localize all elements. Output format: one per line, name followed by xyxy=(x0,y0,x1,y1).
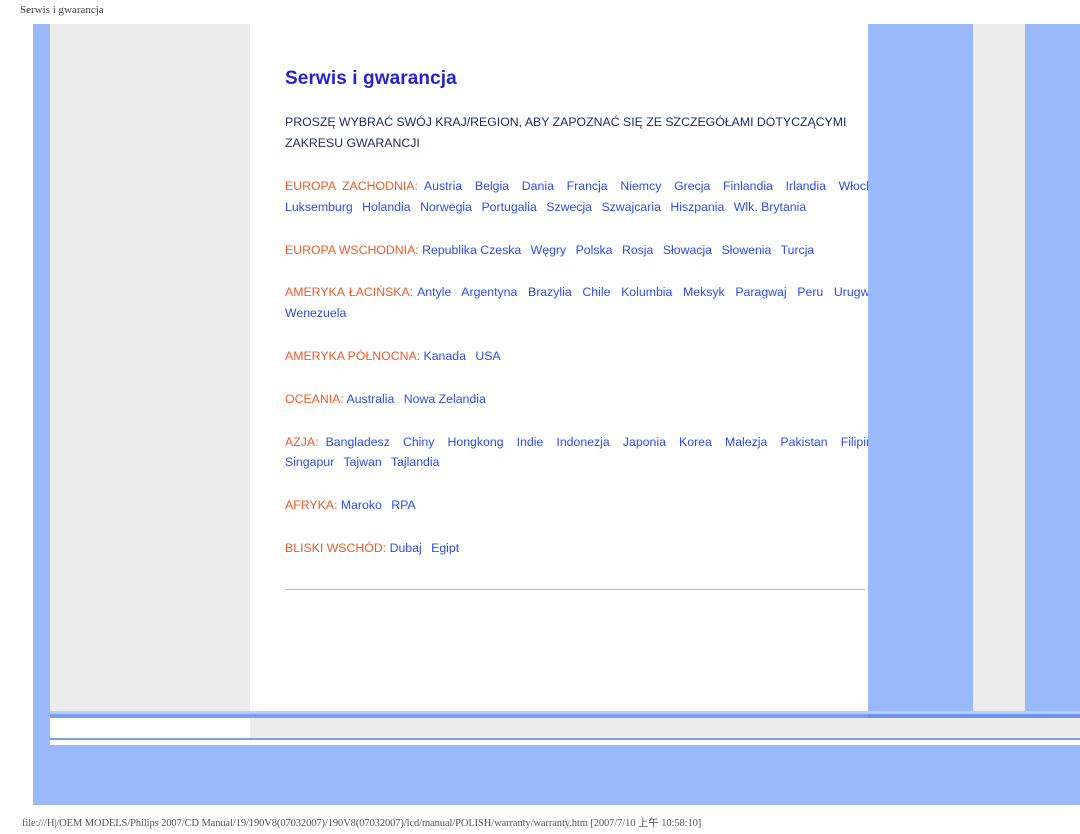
country-link[interactable]: Finlandia xyxy=(723,179,773,193)
region-label: AMERYKA ŁACIŃSKA: xyxy=(285,285,414,300)
country-link[interactable]: Szwajcaria xyxy=(601,200,660,214)
country-link[interactable]: Argentyna xyxy=(461,285,517,299)
footer-band-left-rail xyxy=(33,700,50,745)
footer-band-row xyxy=(33,700,1080,745)
country-link[interactable]: Szwecja xyxy=(546,200,592,214)
country-link[interactable]: Australia xyxy=(347,392,395,406)
country-link[interactable]: Austria xyxy=(424,179,462,193)
main-content-panel: Serwis i gwarancja PROSZĘ WYBRAĆ SWÓJ KR… xyxy=(250,24,879,700)
warranty-document: Serwis i gwarancja PROSZĘ WYBRAĆ SWÓJ KR… xyxy=(285,68,885,590)
country-link[interactable]: Rosja xyxy=(622,243,653,257)
country-link[interactable]: Luksemburg xyxy=(285,200,353,214)
footer-bottom-rule xyxy=(50,738,1080,740)
left-accent-rail xyxy=(33,24,50,805)
region-label: AZJA: xyxy=(285,434,319,449)
country-link[interactable]: Hiszpania xyxy=(670,200,724,214)
country-link[interactable]: Kolumbia xyxy=(621,285,672,299)
region-label: EUROPA ZACHODNIA: xyxy=(285,179,418,193)
country-link[interactable]: Niemcy xyxy=(620,179,661,193)
footer-lower-left xyxy=(50,718,250,738)
region-label: AFRYKA: xyxy=(285,498,338,513)
navigation-sidebar xyxy=(50,24,250,700)
country-link[interactable]: Singapur xyxy=(285,455,334,469)
right-grey-gap xyxy=(973,24,1025,700)
region-group: AMERYKA PÓŁNOCNA: Kanada USA xyxy=(285,346,885,367)
country-link[interactable]: Słowenia xyxy=(721,243,771,257)
country-link[interactable]: Hongkong xyxy=(447,435,503,449)
country-link[interactable]: Antyle xyxy=(417,285,451,299)
footer-band-blue-a xyxy=(868,700,973,711)
right-blue-block-outer xyxy=(868,24,973,700)
country-link[interactable]: Holandia xyxy=(362,200,411,214)
country-link[interactable]: USA xyxy=(475,349,500,363)
country-link[interactable]: Węgry xyxy=(531,243,567,257)
footer-band-content-fill xyxy=(250,700,868,711)
country-link[interactable]: RPA xyxy=(391,498,415,512)
country-link[interactable]: Dania xyxy=(522,179,554,193)
country-link[interactable]: Maroko xyxy=(341,498,382,512)
region-label: BLISKI WSCHÓD: xyxy=(285,540,387,555)
content-divider xyxy=(285,588,865,590)
country-link[interactable]: Portugalia xyxy=(481,200,536,214)
country-link[interactable]: Egipt xyxy=(431,541,459,555)
country-link[interactable]: Wlk. Brytania xyxy=(734,200,806,214)
region-group: AFRYKA: Maroko RPA xyxy=(285,495,885,516)
country-link[interactable]: Polska xyxy=(576,243,613,257)
country-link[interactable]: Chiny xyxy=(403,435,434,449)
footer-band-grey-gap xyxy=(973,700,1025,711)
intro-instruction: PROSZĘ WYBRAĆ SWÓJ KRAJ/REGION, ABY ZAPO… xyxy=(285,115,847,150)
country-link[interactable]: Wenezuela xyxy=(285,306,346,320)
country-link[interactable]: Nowa Zelandia xyxy=(404,392,486,406)
footer-blue-panel xyxy=(33,745,1080,805)
country-link[interactable]: Grecja xyxy=(674,179,710,193)
country-link[interactable]: Tajwan xyxy=(343,455,381,469)
country-link[interactable]: Norwegia xyxy=(420,200,472,214)
region-group: AMERYKA ŁACIŃSKA: Antyle Argentyna Brazy… xyxy=(285,282,885,324)
country-link[interactable]: Pakistan xyxy=(780,435,827,449)
region-label: OCEANIA: xyxy=(285,391,344,406)
country-link[interactable]: Belgia xyxy=(475,179,509,193)
country-link[interactable]: Kanada xyxy=(424,349,466,363)
region-label: EUROPA WSCHODNIA: xyxy=(285,242,419,257)
region-group: BLISKI WSCHÓD: Dubaj Egipt xyxy=(285,538,885,559)
region-group: EUROPA ZACHODNIA: Austria Belgia Dania F… xyxy=(285,176,885,218)
country-link[interactable]: Brazylia xyxy=(528,285,572,299)
country-link[interactable]: Peru xyxy=(797,285,823,299)
country-link[interactable]: Indie xyxy=(517,435,544,449)
country-link[interactable]: Słowacja xyxy=(663,243,712,257)
country-link[interactable]: Meksyk xyxy=(683,285,725,299)
footer-band-blue-b xyxy=(1025,700,1080,711)
footer-lower-middle xyxy=(250,718,868,738)
country-link[interactable]: Republika Czeska xyxy=(422,243,521,257)
region-list: EUROPA ZACHODNIA: Austria Belgia Dania F… xyxy=(285,176,885,559)
country-link[interactable]: Dubaj xyxy=(390,541,422,555)
right-blue-block-edge xyxy=(1025,24,1080,700)
country-link[interactable]: Bangladesz xyxy=(326,435,390,449)
region-group: AZJA: Bangladesz Chiny Hongkong Indie In… xyxy=(285,432,885,474)
country-link[interactable]: Paragwaj xyxy=(735,285,786,299)
country-link[interactable]: Malezja xyxy=(725,435,767,449)
country-link[interactable]: Turcja xyxy=(781,243,815,257)
footer-band-sidebar-fill xyxy=(50,700,250,711)
region-label: AMERYKA PÓŁNOCNA: xyxy=(285,348,421,363)
country-link[interactable]: Chile xyxy=(582,285,610,299)
country-link[interactable]: Indonezja xyxy=(556,435,609,449)
page-title: Serwis i gwarancja xyxy=(285,68,457,89)
country-link[interactable]: Tajlandia xyxy=(391,455,440,469)
footer-lower-right xyxy=(868,718,1080,738)
browser-window-title: Serwis i gwarancja xyxy=(20,4,104,16)
page-frame: Serwis i gwarancja PROSZĘ WYBRAĆ SWÓJ KR… xyxy=(33,24,1080,805)
country-link[interactable]: Irlandia xyxy=(786,179,826,193)
status-bar-url: file:///H|/OEM MODELS/Philips 2007/CD Ma… xyxy=(22,818,702,829)
region-group: EUROPA WSCHODNIA: Republika Czeska Węgry… xyxy=(285,240,885,261)
region-group: OCEANIA: Australia Nowa Zelandia xyxy=(285,389,885,410)
country-link[interactable]: Korea xyxy=(679,435,712,449)
country-link[interactable]: Francja xyxy=(567,179,608,193)
country-link[interactable]: Japonia xyxy=(623,435,666,449)
